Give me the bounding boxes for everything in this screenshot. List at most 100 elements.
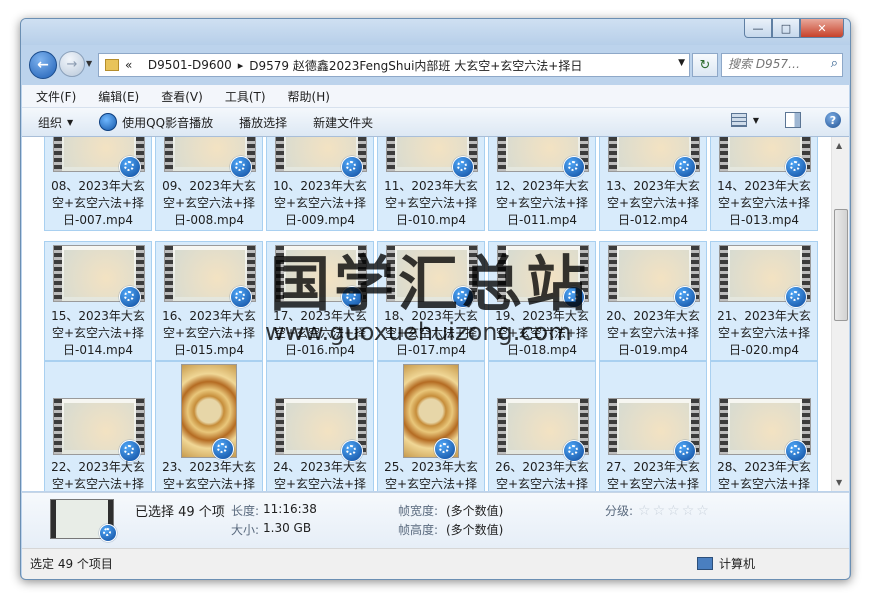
star-icon[interactable]: ☆ xyxy=(667,503,680,519)
file-item[interactable]: 11、2023年大玄 空+玄空六法+择 日-010.mp4 xyxy=(377,137,485,231)
computer-icon xyxy=(697,557,713,570)
breadcrumb-item-current[interactable]: D9579 赵德鑫2023FengShui内部班 大玄空+玄空六法+择日 xyxy=(249,57,582,74)
file-item[interactable]: 22、2023年大玄空+玄空六法+择日-021.mp4 xyxy=(44,361,152,491)
file-name: 24、2023年大玄空+玄空六法+择日-022-2.mp4 xyxy=(267,459,373,491)
file-name-line: 空+玄空六法+择 xyxy=(51,326,145,340)
file-item[interactable]: 13、2023年大玄 空+玄空六法+择 日-012.mp4 xyxy=(599,137,707,231)
file-name-line: 日-009.mp4 xyxy=(285,213,355,227)
file-name-line: 26、2023年大玄 xyxy=(495,460,589,474)
file-name-line: 15、2023年大玄 xyxy=(51,309,145,323)
file-name-line: 日-013.mp4 xyxy=(729,213,799,227)
menu-edit[interactable]: 编辑(E) xyxy=(90,88,147,105)
file-item[interactable]: 21、2023年大玄 空+玄空六法+择 日-020.mp4 xyxy=(710,241,818,361)
recent-pages-dropdown[interactable]: ▼ xyxy=(86,59,92,68)
scroll-down-icon[interactable]: ▼ xyxy=(836,478,842,487)
chevron-down-icon[interactable]: ▼ xyxy=(678,58,685,68)
file-item[interactable]: 14、2023年大玄 空+玄空六法+择 日-013.mp4 xyxy=(710,137,818,231)
chevron-right-icon[interactable]: ▸ xyxy=(238,59,244,72)
change-view-icon[interactable] xyxy=(730,113,747,127)
help-icon[interactable]: ? xyxy=(825,112,841,128)
back-button[interactable]: ← xyxy=(29,51,57,79)
qq-player-icon xyxy=(785,156,807,178)
watermark-text: 国学汇总站 xyxy=(270,250,590,320)
qq-player-icon xyxy=(674,286,696,308)
file-item[interactable]: 09、2023年大玄 空+玄空六法+择 日-008.mp4 xyxy=(155,137,263,231)
file-name-line: 空+玄空六法+择 xyxy=(606,477,700,491)
star-icon[interactable]: ☆ xyxy=(682,503,695,519)
menu-tools[interactable]: 工具(T) xyxy=(217,88,274,105)
size-label: 大小: xyxy=(231,523,260,537)
file-item[interactable]: 25、2023年大玄空+玄空六法+择日-022-3.mp4 xyxy=(377,361,485,491)
file-item[interactable]: 27、2023年大玄空+玄空六法+择日-024.mp4 xyxy=(599,361,707,491)
file-name: 10、2023年大玄 空+玄空六法+择 日-009.mp4 xyxy=(267,178,373,229)
file-name: 22、2023年大玄空+玄空六法+择日-021.mp4 xyxy=(45,459,151,491)
organize-label: 组织 xyxy=(38,115,63,130)
star-icon[interactable]: ☆ xyxy=(638,503,651,519)
play-with-qq-label: 使用QQ影音播放 xyxy=(122,115,214,130)
close-button[interactable]: ✕ xyxy=(800,19,844,38)
file-name: 26、2023年大玄空+玄空六法+择日-023.mp4 xyxy=(489,459,595,491)
file-name-line: 空+玄空六法+择 xyxy=(162,477,256,491)
watermark-url: www.guoxuehuizong.com xyxy=(265,318,572,346)
status-location-label: 计算机 xyxy=(719,557,756,571)
maximize-button[interactable]: □ xyxy=(772,19,800,38)
qq-player-icon xyxy=(99,524,117,542)
file-name: 27、2023年大玄空+玄空六法+择日-024.mp4 xyxy=(600,459,706,491)
refresh-button[interactable]: ↻ xyxy=(692,53,718,77)
forward-button[interactable]: → xyxy=(59,51,85,77)
file-name-line: 空+玄空六法+择 xyxy=(495,196,589,210)
size-value: 1.30 GB xyxy=(263,521,312,535)
file-item[interactable]: 23、2023年大玄空+玄空六法+择日-022-1.mp4 xyxy=(155,361,263,491)
star-icon[interactable]: ☆ xyxy=(653,503,666,519)
search-input[interactable] xyxy=(722,54,820,74)
file-name: 09、2023年大玄 空+玄空六法+择 日-008.mp4 xyxy=(156,178,262,229)
star-icon[interactable]: ☆ xyxy=(696,503,709,519)
file-name-line: 28、2023年大玄 xyxy=(717,460,811,474)
play-selected-button[interactable]: 播放选择 xyxy=(239,114,287,131)
file-name: 23、2023年大玄空+玄空六法+择日-022-1.mp4 xyxy=(156,459,262,491)
search-box[interactable]: ⌕ xyxy=(721,53,843,77)
file-item[interactable]: 16、2023年大玄 空+玄空六法+择 日-015.mp4 xyxy=(155,241,263,361)
file-item[interactable]: 12、2023年大玄 空+玄空六法+择 日-011.mp4 xyxy=(488,137,596,231)
file-item[interactable]: 28、2023年大玄空+玄空六法+择日-025.mp4 xyxy=(710,361,818,491)
qq-player-icon xyxy=(674,156,696,178)
qq-player-icon xyxy=(785,286,807,308)
qq-player-icon xyxy=(341,156,363,178)
file-name: 08、2023年大玄 空+玄空六法+择 日-007.mp4 xyxy=(45,178,151,229)
file-name-line: 09、2023年大玄 xyxy=(162,179,256,193)
search-icon[interactable]: ⌕ xyxy=(831,56,838,71)
breadcrumb-overflow[interactable]: « xyxy=(125,58,132,72)
file-item[interactable]: 10、2023年大玄 空+玄空六法+择 日-009.mp4 xyxy=(266,137,374,231)
file-item[interactable]: 26、2023年大玄空+玄空六法+择日-023.mp4 xyxy=(488,361,596,491)
file-name-line: 23、2023年大玄 xyxy=(162,460,256,474)
file-name-line: 16、2023年大玄 xyxy=(162,309,256,323)
scroll-thumb[interactable] xyxy=(834,209,848,321)
file-item[interactable]: 08、2023年大玄 空+玄空六法+择 日-007.mp4 xyxy=(44,137,152,231)
minimize-button[interactable]: — xyxy=(744,19,772,38)
preview-pane-icon[interactable] xyxy=(785,112,801,128)
menu-view[interactable]: 查看(V) xyxy=(153,88,211,105)
play-with-qq-button[interactable]: 使用QQ影音播放 xyxy=(99,113,213,131)
file-name-line: 14、2023年大玄 xyxy=(717,179,811,193)
file-name: 13、2023年大玄 空+玄空六法+择 日-012.mp4 xyxy=(600,178,706,229)
view-controls: ▼ ? xyxy=(730,112,841,128)
organize-button[interactable]: 组织 ▼ xyxy=(38,114,73,131)
window-controls: — □ ✕ xyxy=(744,19,844,38)
chevron-down-icon[interactable]: ▼ xyxy=(753,116,759,125)
scroll-up-icon[interactable]: ▲ xyxy=(836,141,842,150)
file-name-line: 日-011.mp4 xyxy=(507,213,577,227)
chevron-right-icon[interactable] xyxy=(138,59,142,72)
file-item[interactable]: 15、2023年大玄 空+玄空六法+择 日-014.mp4 xyxy=(44,241,152,361)
new-folder-button[interactable]: 新建文件夹 xyxy=(313,114,373,131)
qq-player-icon xyxy=(212,438,234,460)
file-item[interactable]: 24、2023年大玄空+玄空六法+择日-022-2.mp4 xyxy=(266,361,374,491)
file-name-line: 10、2023年大玄 xyxy=(273,179,367,193)
menu-file[interactable]: 文件(F) xyxy=(28,88,84,105)
vertical-scrollbar[interactable]: ▲ ▼ xyxy=(831,137,849,491)
rating-stars[interactable]: ☆ ☆ ☆ ☆ ☆ xyxy=(638,503,711,519)
file-item[interactable]: 20、2023年大玄 空+玄空六法+择 日-019.mp4 xyxy=(599,241,707,361)
address-bar[interactable]: « D9501-D9600 ▸ D9579 赵德鑫2023FengShui内部班… xyxy=(98,53,690,77)
breadcrumb-item-parent[interactable]: D9501-D9600 xyxy=(148,58,232,72)
menu-help[interactable]: 帮助(H) xyxy=(280,88,338,105)
file-name-line: 08、2023年大玄 xyxy=(51,179,145,193)
